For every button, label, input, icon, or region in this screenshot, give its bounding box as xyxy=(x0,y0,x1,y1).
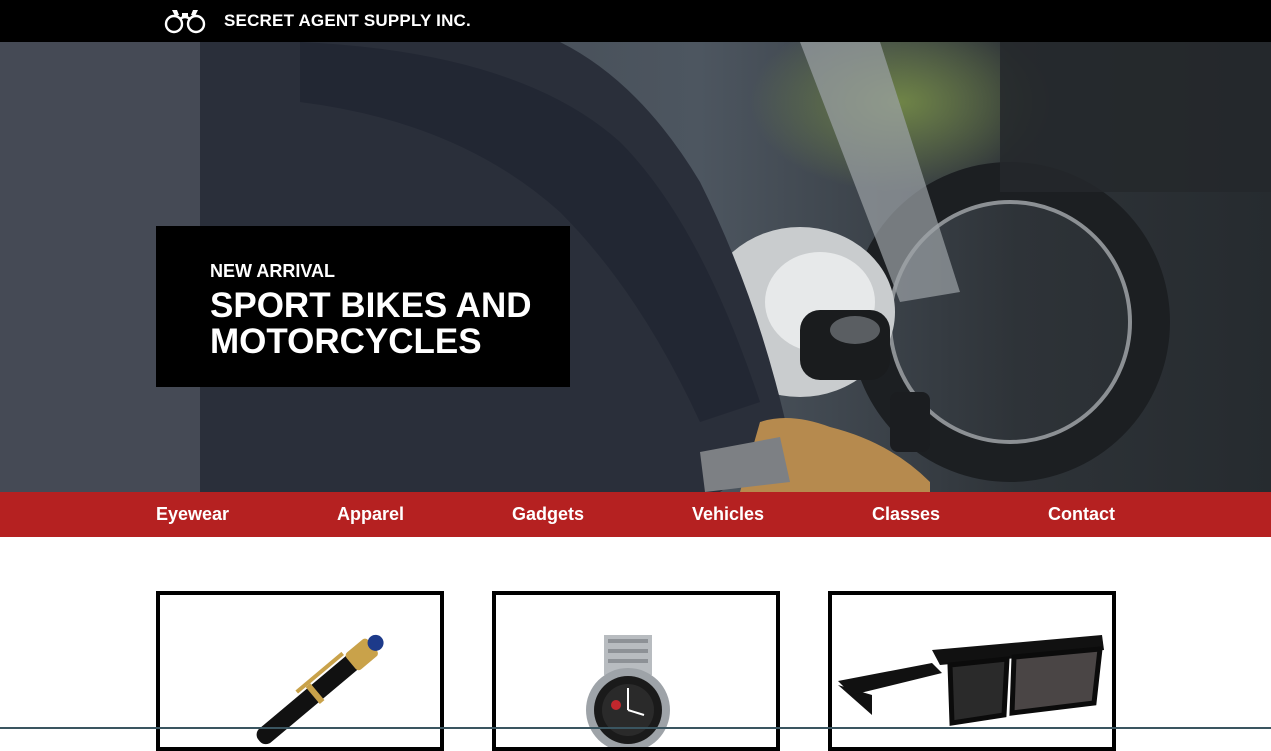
sunglasses-image xyxy=(838,635,1104,726)
promo-title[interactable]: SPORT BIKES AND MOTORCYCLES xyxy=(210,288,560,360)
nav-item-gadgets[interactable]: Gadgets xyxy=(512,504,584,525)
category-nav: Eyewear Apparel Gadgets Vehicles Classes… xyxy=(0,492,1271,537)
nav-item-contact[interactable]: Contact xyxy=(1048,504,1115,525)
binoculars-icon[interactable] xyxy=(163,5,207,35)
brand-name[interactable]: SECRET AGENT SUPPLY INC. xyxy=(224,11,471,31)
promo-box[interactable]: NEW ARRIVAL SPORT BIKES AND MOTORCYCLES xyxy=(156,226,570,387)
wristwatch-image xyxy=(586,635,670,747)
top-header: SECRET AGENT SUPPLY INC. xyxy=(0,0,1271,42)
nav-item-eyewear[interactable]: Eyewear xyxy=(156,504,229,525)
nav-item-vehicles[interactable]: Vehicles xyxy=(692,504,764,525)
nav-item-classes[interactable]: Classes xyxy=(872,504,940,525)
promo-eyebrow: NEW ARRIVAL xyxy=(210,261,335,281)
hero-banner: Deus NEW ARRIVAL SPORT BIKES AND MOTORCY… xyxy=(0,42,1271,492)
fountain-pen-image xyxy=(256,634,384,745)
nav-item-apparel[interactable]: Apparel xyxy=(337,504,404,525)
